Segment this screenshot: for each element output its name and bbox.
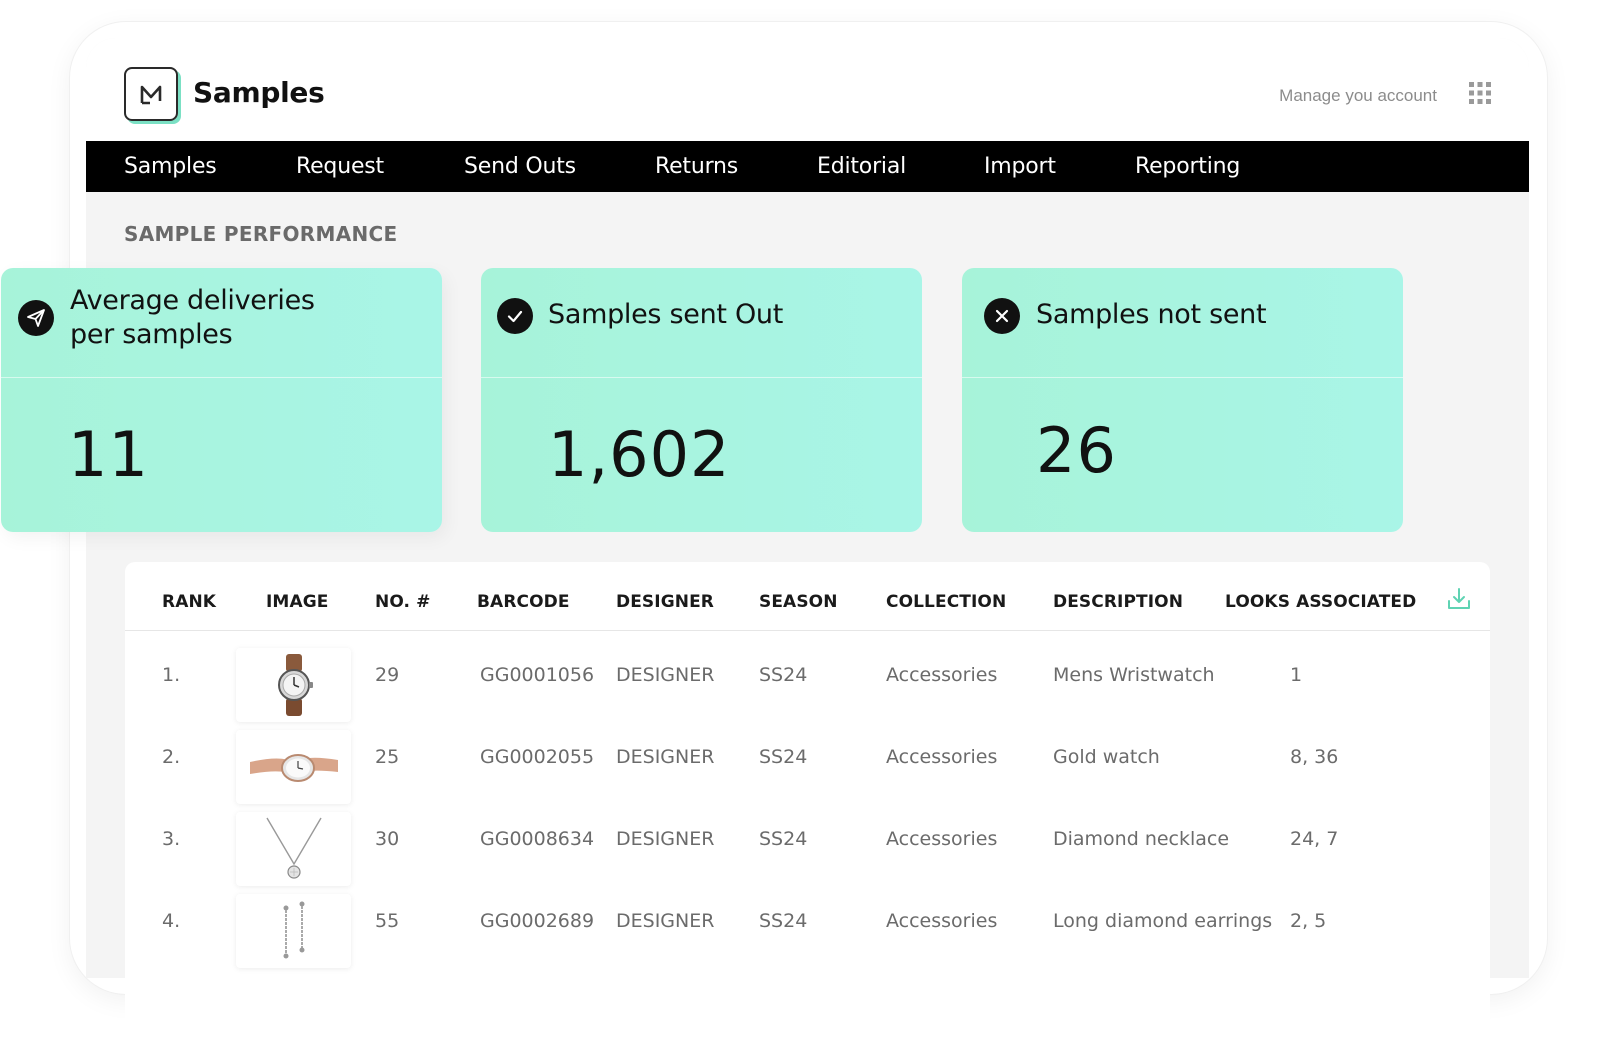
card-label-line2: per samples [70, 319, 233, 350]
cell-collection: Accessories [886, 828, 998, 850]
cell-description: Gold watch [1053, 746, 1160, 768]
cell-designer: DESIGNER [616, 910, 715, 932]
send-icon [18, 300, 54, 336]
cell-collection: Accessories [886, 910, 998, 932]
manage-account-link[interactable]: Manage you account [1279, 86, 1437, 106]
header-description[interactable]: DESCRIPTION [1053, 592, 1183, 612]
cell-description: Long diamond earrings [1053, 910, 1273, 932]
product-image-gold-watch[interactable] [236, 730, 351, 804]
cell-season: SS24 [759, 910, 808, 932]
nav-item-request[interactable]: Request [296, 154, 384, 179]
cell-no: 29 [375, 664, 400, 686]
cell-season: SS24 [759, 828, 808, 850]
nav-item-send-outs[interactable]: Send Outs [464, 154, 576, 179]
top-bar: Samples Manage you account [86, 38, 1529, 141]
card-value: 1,602 [548, 418, 731, 491]
header-image[interactable]: IMAGE [266, 592, 328, 612]
card-label: Samples sent Out [548, 299, 783, 330]
cell-barcode: GG0001056 [480, 664, 595, 686]
header-barcode[interactable]: BARCODE [477, 592, 570, 612]
cell-looks: 24, 7 [1290, 828, 1339, 850]
stat-card-samples-not-sent: Samples not sent 26 [962, 268, 1403, 532]
table-row[interactable]: 4. 55 GG0002689 DESIGNER SS24 Accessorie… [125, 890, 1490, 972]
cell-rank: 3. [162, 828, 181, 850]
cell-description: Mens Wristwatch [1053, 664, 1215, 686]
product-image-necklace[interactable] [236, 812, 351, 886]
download-icon[interactable] [1446, 586, 1472, 612]
nav-item-returns[interactable]: Returns [655, 154, 738, 179]
app-title: Samples [193, 76, 325, 109]
cell-collection: Accessories [886, 746, 998, 768]
cell-designer: DESIGNER [616, 828, 715, 850]
cell-looks: 2, 5 [1290, 910, 1327, 932]
cell-rank: 4. [162, 910, 181, 932]
cell-designer: DESIGNER [616, 746, 715, 768]
card-divider [962, 377, 1403, 378]
header-no[interactable]: NO. # [375, 592, 430, 612]
card-value: 11 [68, 418, 149, 491]
card-divider [481, 377, 922, 378]
cell-no: 30 [375, 828, 400, 850]
header-season[interactable]: SEASON [759, 592, 838, 612]
main-nav: Samples Request Send Outs Returns Editor… [86, 141, 1529, 192]
cell-barcode: GG0008634 [480, 828, 595, 850]
header-designer[interactable]: DESIGNER [616, 592, 714, 612]
cell-designer: DESIGNER [616, 664, 715, 686]
cell-no: 55 [375, 910, 400, 932]
cell-season: SS24 [759, 664, 808, 686]
stat-card-average-deliveries: Average deliveries per samples 11 [1, 268, 442, 532]
card-value: 26 [1036, 414, 1117, 487]
cell-barcode: GG0002689 [480, 910, 595, 932]
product-image-earrings[interactable] [236, 894, 351, 968]
cell-looks: 1 [1290, 664, 1303, 686]
nav-item-samples[interactable]: Samples [124, 154, 217, 179]
cell-collection: Accessories [886, 664, 998, 686]
header-collection[interactable]: COLLECTION [886, 592, 1006, 612]
cell-looks: 8, 36 [1290, 746, 1339, 768]
header-rank[interactable]: RANK [162, 592, 216, 612]
product-image-watch[interactable] [236, 648, 351, 722]
table-row[interactable]: 2. 25 GG0002055 DESIGNER SS24 Accessorie… [125, 726, 1490, 808]
close-circle-icon [984, 298, 1020, 334]
stat-card-samples-sent-out: Samples sent Out 1,602 [481, 268, 922, 532]
card-label-line1: Average deliveries [70, 285, 315, 316]
apps-grid-icon[interactable] [1469, 82, 1491, 104]
card-label: Samples not sent [1036, 299, 1267, 330]
nav-item-reporting[interactable]: Reporting [1135, 154, 1240, 179]
check-circle-icon [497, 298, 533, 334]
card-divider [1, 377, 442, 378]
nav-item-editorial[interactable]: Editorial [817, 154, 906, 179]
table-row[interactable]: 1. 29 GG0001056 DESIGNER SS24 Accessorie… [125, 644, 1490, 726]
cell-season: SS24 [759, 746, 808, 768]
app-logo-icon[interactable] [124, 67, 178, 121]
cell-rank: 1. [162, 664, 181, 686]
samples-table: RANK IMAGE NO. # BARCODE DESIGNER SEASON… [125, 562, 1490, 1038]
cell-description: Diamond necklace [1053, 828, 1230, 850]
header-divider [125, 630, 1490, 631]
nav-item-import[interactable]: Import [984, 154, 1056, 179]
table-row[interactable]: 3. 30 GG0008634 DESIGNER SS24 Accessorie… [125, 808, 1490, 890]
header-looks-associated[interactable]: LOOKS ASSOCIATED [1225, 592, 1416, 612]
cell-rank: 2. [162, 746, 181, 768]
cell-no: 25 [375, 746, 400, 768]
section-title: SAMPLE PERFORMANCE [124, 222, 398, 246]
cell-barcode: GG0002055 [480, 746, 595, 768]
